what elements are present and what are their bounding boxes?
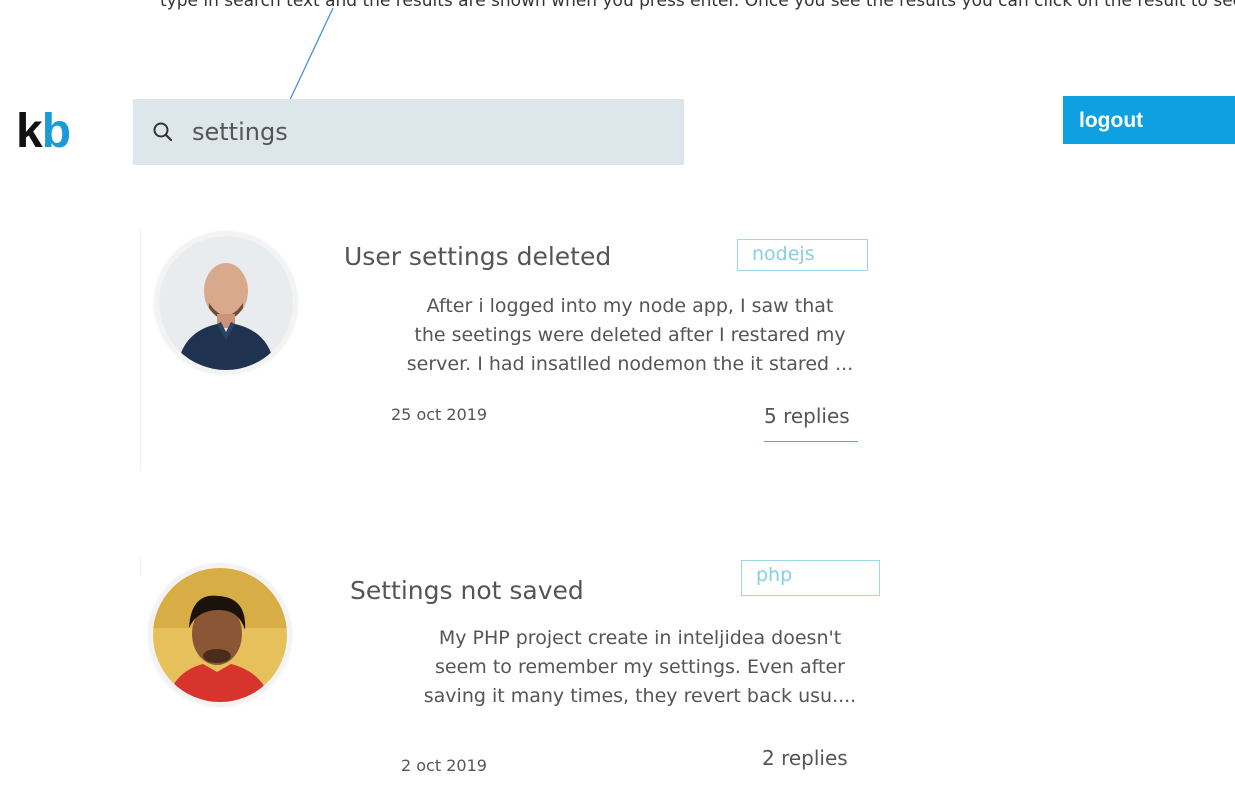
search-result-item[interactable]: User settings deleted nodejs After i log… [140,228,900,473]
replies-underline [764,441,858,442]
search-icon [153,122,173,142]
logo-letter-k: k [16,105,43,158]
card-edge [140,556,141,576]
search-bar[interactable] [133,99,684,165]
logout-button[interactable]: logout [1063,96,1235,144]
search-result-item[interactable]: Settings not saved php My PHP project cr… [140,556,900,781]
post-date: 25 oct 2019 [391,405,488,424]
avatar [149,564,291,706]
post-title[interactable]: Settings not saved [350,576,584,605]
post-title[interactable]: User settings deleted [344,242,611,271]
avatar [155,232,297,374]
page: type in search text and the results are … [0,0,1235,786]
post-date: 2 oct 2019 [401,756,487,775]
post-excerpt: My PHP project create in inteljidea does… [423,627,857,707]
tag-badge[interactable]: php [741,560,880,596]
search-input[interactable] [192,118,652,146]
card-edge [140,228,141,470]
logo-letter-b: b [41,105,71,158]
replies-link[interactable]: 5 replies [764,404,850,428]
replies-link[interactable]: 2 replies [762,746,848,770]
tag-badge[interactable]: nodejs [737,239,868,271]
post-excerpt: After i logged into my node app, I saw t… [406,295,854,375]
logo[interactable]: kb [16,104,71,160]
